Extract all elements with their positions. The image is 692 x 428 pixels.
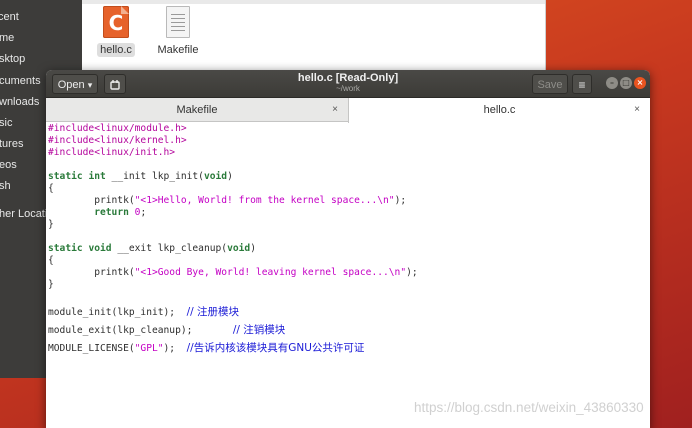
file-label: hello.c: [97, 43, 135, 57]
close-button[interactable]: ×: [634, 77, 646, 89]
code-line: {: [48, 255, 54, 266]
sidebar-item-desktop[interactable]: sktop: [0, 49, 25, 69]
sidebar-item-home[interactable]: me: [0, 28, 14, 48]
code-line: #include<linux/init.h>: [48, 147, 176, 158]
maximize-button[interactable]: □: [620, 77, 632, 89]
tab-label: hello.c: [483, 104, 516, 116]
sidebar-item-music[interactable]: sic: [0, 113, 12, 133]
code-line: printk("<1>Good Bye, World! leaving kern…: [48, 267, 418, 278]
text-file-icon: [166, 6, 190, 38]
file-makefile[interactable]: Makefile: [148, 6, 208, 57]
menu-icon: ≡: [578, 78, 586, 92]
tab-hello-c[interactable]: hello.c ×: [348, 98, 650, 123]
code-line: }: [48, 279, 54, 290]
maximize-icon: □: [622, 78, 630, 87]
code-line: printk("<1>Hello, World! from the kernel…: [48, 195, 407, 206]
code-editor[interactable]: #include<linux/module.h> #include<linux/…: [46, 123, 650, 428]
c-source-file-icon: C: [103, 6, 129, 38]
watermark: https://blog.csdn.net/weixin_43860330: [414, 400, 644, 415]
hamburger-menu-button[interactable]: ≡: [572, 74, 592, 94]
sidebar-item-recent[interactable]: cent: [0, 7, 19, 27]
save-button[interactable]: Save: [532, 74, 568, 94]
code-line: static void __exit lkp_cleanup(void): [48, 243, 256, 254]
minimize-icon: –: [610, 78, 614, 87]
tab-label: Makefile: [176, 104, 218, 116]
file-manager-toolbar-edge: [82, 0, 545, 4]
code-line: #include<linux/kernel.h>: [48, 135, 187, 146]
tab-close-icon[interactable]: ×: [634, 104, 640, 115]
sidebar-item-pictures[interactable]: tures: [0, 134, 23, 154]
sidebar-item-videos[interactable]: eos: [0, 155, 17, 175]
tab-close-icon[interactable]: ×: [332, 104, 338, 115]
code-line: MODULE_LICENSE("GPL"); //告诉内核该模块具有GNU公共许…: [48, 342, 365, 354]
code-line: {: [48, 183, 54, 194]
tab-makefile[interactable]: Makefile ×: [46, 98, 348, 122]
gedit-window: Open ▾ hello.c [Read-Only] ~/work Save ≡…: [46, 70, 650, 428]
header-bar: Open ▾ hello.c [Read-Only] ~/work Save ≡…: [46, 70, 650, 98]
sidebar-item-documents[interactable]: cuments: [0, 71, 41, 91]
code-line: module_init(lkp_init); // 注册模块: [48, 306, 240, 318]
minimize-button[interactable]: –: [606, 77, 618, 89]
file-label: Makefile: [157, 44, 199, 56]
code-line: module_exit(lkp_cleanup); // 注销模块: [48, 324, 286, 336]
sidebar-item-downloads[interactable]: wnloads: [0, 92, 39, 112]
code-line: }: [48, 219, 54, 230]
tab-bar: Makefile × hello.c ×: [46, 98, 650, 123]
file-hello-c[interactable]: C hello.c: [86, 6, 146, 57]
code-line: static int __init lkp_init(void): [48, 171, 233, 182]
close-icon: ×: [636, 78, 644, 87]
code-line: #include<linux/module.h>: [48, 123, 187, 134]
code-line: return 0;: [94, 207, 147, 218]
sidebar-item-trash[interactable]: sh: [0, 176, 11, 196]
